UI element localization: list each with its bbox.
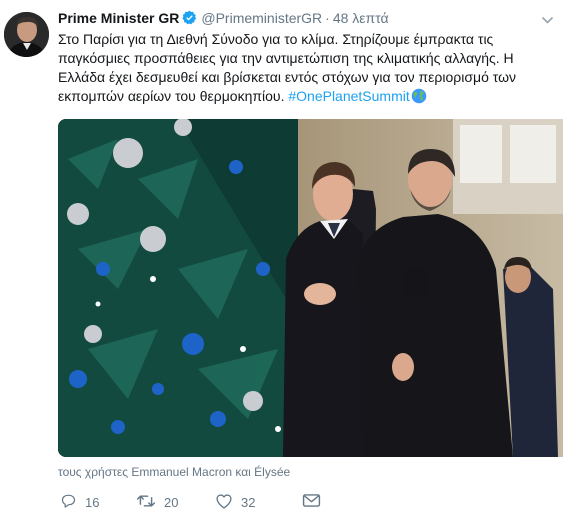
direct-message-button[interactable]: [302, 492, 329, 512]
reply-icon: [60, 493, 85, 512]
avatar[interactable]: [4, 12, 49, 57]
separator-dot: ·: [325, 10, 330, 26]
like-count: 32: [241, 494, 256, 510]
hashtag-link[interactable]: #OnePlanetSummit: [288, 88, 409, 104]
tweet-card[interactable]: Prime Minister GR @PrimeministerGR · 48 λεπ…: [0, 0, 563, 517]
tagged-users[interactable]: τους χρήστες Emmanuel Macron και Élysée: [58, 465, 290, 479]
author-name[interactable]: Prime Minister GR: [58, 10, 179, 26]
envelope-icon: [302, 493, 329, 511]
chevron-down-icon[interactable]: [541, 12, 554, 30]
globe-emoji-icon: [411, 88, 427, 109]
author-handle[interactable]: @PrimeministerGR: [201, 10, 322, 26]
heart-icon: [215, 493, 241, 512]
tweet-photo[interactable]: [58, 119, 563, 457]
like-button[interactable]: 32: [215, 492, 255, 512]
retweet-icon: [136, 493, 164, 512]
reply-count: 16: [85, 494, 100, 510]
tweet-text: Στο Παρίσι για τη Διεθνή Σύνοδο για το κ…: [58, 30, 558, 109]
verified-badge-icon: [182, 10, 197, 28]
reply-button[interactable]: 16: [60, 492, 99, 512]
retweet-button[interactable]: 20: [136, 492, 178, 512]
timestamp[interactable]: 48 λεπτά: [333, 10, 389, 26]
retweet-count: 20: [164, 494, 179, 510]
tweet-header: Prime Minister GR @PrimeministerGR · 48 λεπ…: [58, 10, 389, 28]
tweet-body: Στο Παρίσι για τη Διεθνή Σύνοδο για το κ…: [58, 31, 517, 104]
